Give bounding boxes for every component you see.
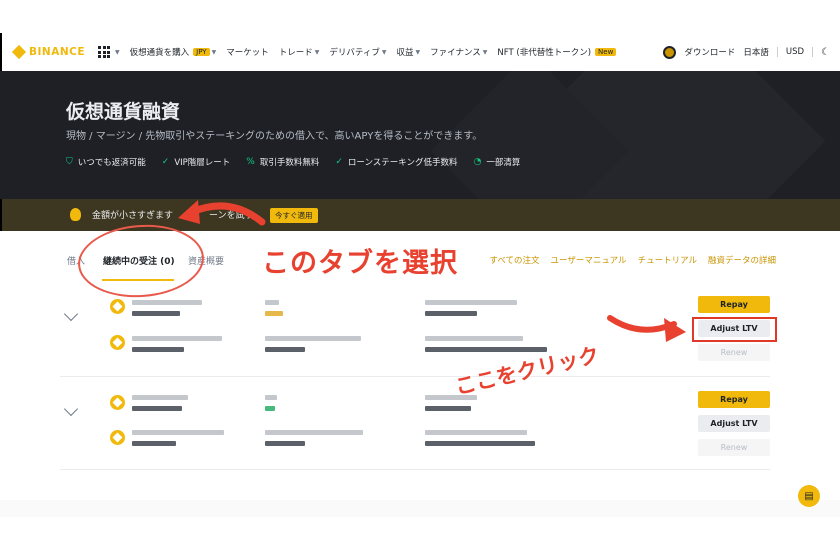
arrow-to-tab xyxy=(188,202,266,226)
arrow-head xyxy=(178,200,200,224)
annotation-arrows xyxy=(178,200,686,342)
annotation-select-tab: このタブを選択 xyxy=(262,248,458,279)
